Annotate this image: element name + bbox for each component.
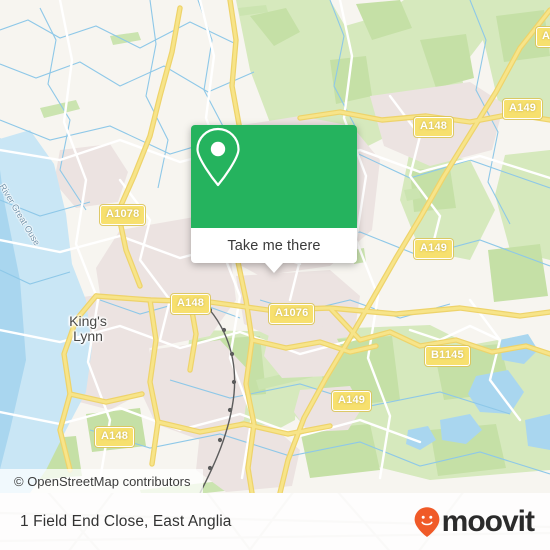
road-shield-a1076[interactable]: A1076 <box>269 304 315 324</box>
osm-attribution[interactable]: © OpenStreetMap contributors <box>0 469 203 493</box>
popup-pin-panel <box>191 125 357 228</box>
popup-tail <box>265 263 283 273</box>
road-shield-a149-south[interactable]: A149 <box>332 391 372 411</box>
road-shield-a149-north[interactable]: A149 <box>503 99 543 119</box>
road-shield-b1145[interactable]: B1145 <box>425 346 470 366</box>
moovit-wordmark: moovit <box>441 504 535 538</box>
road-shield-a149-east[interactable]: A149 <box>414 239 454 259</box>
road-shield-a148-east[interactable]: A148 <box>414 117 454 137</box>
popup-action-bar[interactable]: Take me there <box>191 228 357 263</box>
footer-bar: 1 Field End Close, East Anglia moovit <box>0 493 550 550</box>
place-label-kings-lynn: King's Lynn <box>69 313 107 344</box>
osm-attribution-text: © OpenStreetMap contributors <box>14 473 191 489</box>
location-title: 1 Field End Close, East Anglia <box>20 512 232 530</box>
map-pin-icon <box>196 127 240 187</box>
take-me-there-label: Take me there <box>227 237 321 254</box>
road-shield-a148-south[interactable]: A148 <box>95 427 135 447</box>
moovit-brand[interactable]: moovit <box>413 504 535 538</box>
road-shield-a14-clipped[interactable]: A14 <box>536 27 550 47</box>
moovit-pin-icon <box>414 506 440 537</box>
road-shield-a148-mid[interactable]: A148 <box>171 294 211 314</box>
map-screenshot: King's Lynn River Great Ouse A1078 A148 … <box>0 0 550 550</box>
location-popup-card[interactable]: Take me there <box>191 125 357 273</box>
map-canvas[interactable]: King's Lynn River Great Ouse A1078 A148 … <box>0 0 550 493</box>
road-shield-a1078[interactable]: A1078 <box>100 205 146 225</box>
